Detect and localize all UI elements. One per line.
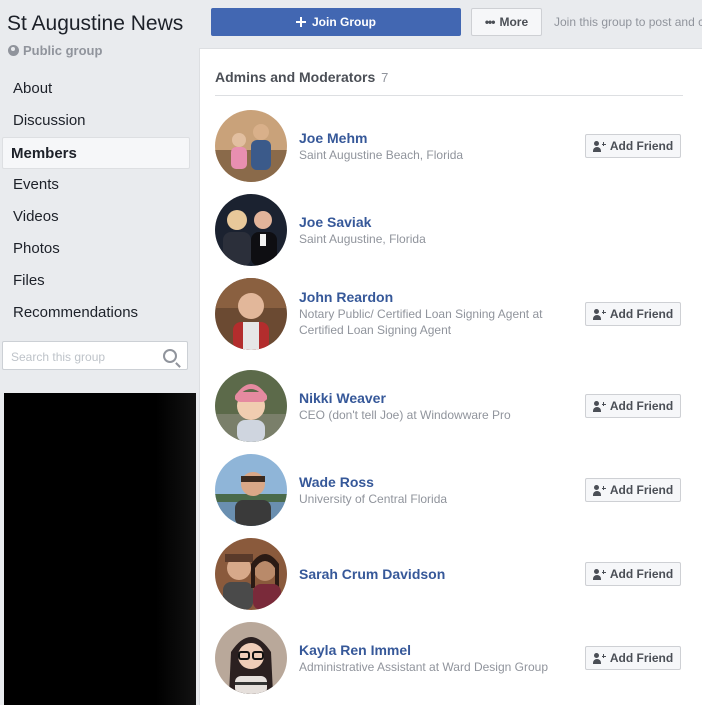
add-friend-icon: [592, 652, 606, 664]
avatar[interactable]: [215, 278, 287, 350]
add-friend-label: Add Friend: [609, 483, 674, 497]
add-friend-button[interactable]: Add Friend: [585, 646, 681, 670]
member-name[interactable]: John Reardon: [299, 289, 393, 305]
member-subtitle: Notary Public/ Certified Loan Signing Ag…: [299, 307, 543, 337]
add-friend-icon: [592, 400, 606, 412]
add-friend-icon: [592, 308, 606, 320]
member-row: Wade Ross University of Central Florida …: [215, 454, 685, 530]
member-row: John Reardon Notary Public/ Certified Lo…: [215, 278, 685, 362]
add-friend-button[interactable]: Add Friend: [585, 478, 681, 502]
nav-item-label: Discussion: [13, 112, 86, 129]
member-subtitle: University of Central Florida: [299, 492, 448, 506]
nav-item-videos[interactable]: Videos: [2, 201, 190, 233]
nav-item-label: Photos: [13, 240, 60, 257]
nav-item-recommendations[interactable]: Recommendations: [2, 297, 190, 329]
member-name[interactable]: Joe Mehm: [299, 130, 367, 146]
add-friend-button[interactable]: Add Friend: [585, 302, 681, 326]
member-name[interactable]: Joe Saviak: [299, 214, 371, 230]
add-friend-label: Add Friend: [609, 567, 674, 581]
section-title-text: Admins and Moderators: [215, 69, 376, 85]
member-subtitle: Saint Augustine, Florida: [299, 232, 426, 246]
nav-item-members[interactable]: Members: [2, 137, 190, 169]
group-privacy-label: Public group: [23, 43, 103, 58]
group-privacy: Public group: [8, 43, 102, 58]
avatar[interactable]: [215, 194, 287, 266]
more-label: More: [499, 15, 529, 29]
group-title[interactable]: St Augustine News: [7, 12, 183, 36]
member-name[interactable]: Wade Ross: [299, 474, 374, 490]
join-group-label: Join Group: [312, 15, 376, 29]
add-friend-button[interactable]: Add Friend: [585, 134, 681, 158]
join-group-button[interactable]: Join Group: [211, 8, 461, 36]
members-panel: Admins and Moderators 7 Joe Mehm Saint A…: [199, 48, 702, 705]
member-subtitle: Saint Augustine Beach, Florida: [299, 148, 464, 162]
add-friend-label: Add Friend: [609, 139, 674, 153]
search-input[interactable]: [3, 342, 163, 371]
add-friend-label: Add Friend: [609, 399, 674, 413]
nav-item-label: Events: [13, 176, 59, 193]
member-name[interactable]: Kayla Ren Immel: [299, 642, 411, 658]
globe-icon: [8, 45, 19, 56]
plus-icon: [296, 17, 306, 27]
nav-item-label: About: [13, 80, 53, 97]
nav-item-events[interactable]: Events: [2, 169, 190, 201]
section-count: 7: [381, 70, 389, 85]
member-subtitle: Administrative Assistant at Ward Design …: [299, 660, 548, 674]
group-sidebar: St Augustine News Public group About Dis…: [0, 0, 198, 705]
nav-item-files[interactable]: Files: [2, 265, 190, 297]
add-friend-icon: [592, 568, 606, 580]
member-row: Joe Saviak Saint Augustine, Florida: [215, 194, 685, 270]
group-nav: About Discussion Members Events Videos P…: [0, 73, 198, 329]
more-button[interactable]: ••• More: [471, 8, 542, 36]
join-hint-text: Join this group to post and comment.: [554, 15, 702, 29]
member-name[interactable]: Nikki Weaver: [299, 390, 386, 406]
member-row: Nikki Weaver CEO (don't tell Joe) at Win…: [215, 370, 685, 446]
member-subtitle: CEO (don't tell Joe) at Windowware Pro: [299, 408, 511, 422]
avatar[interactable]: [215, 370, 287, 442]
group-search: [2, 341, 188, 371]
search-icon[interactable]: [163, 349, 177, 363]
member-name[interactable]: Sarah Crum Davidson: [299, 566, 445, 582]
add-friend-icon: [592, 484, 606, 496]
nav-item-discussion[interactable]: Discussion: [2, 105, 190, 137]
nav-item-label: Videos: [13, 208, 59, 225]
nav-item-label: Members: [11, 145, 77, 162]
nav-item-label: Recommendations: [13, 304, 139, 321]
nav-item-about[interactable]: About: [2, 73, 190, 105]
member-row: Sarah Crum Davidson Add Friend: [215, 538, 685, 614]
add-friend-icon: [592, 140, 606, 152]
nav-item-photos[interactable]: Photos: [2, 233, 190, 265]
add-friend-label: Add Friend: [609, 307, 674, 321]
member-row: Joe Mehm Saint Augustine Beach, Florida …: [215, 110, 685, 186]
section-title: Admins and Moderators 7: [215, 69, 388, 85]
add-friend-label: Add Friend: [609, 651, 674, 665]
media-panel: [4, 393, 196, 705]
avatar[interactable]: [215, 454, 287, 526]
avatar[interactable]: [215, 110, 287, 182]
section-divider: [215, 95, 683, 96]
add-friend-button[interactable]: Add Friend: [585, 394, 681, 418]
add-friend-button[interactable]: Add Friend: [585, 562, 681, 586]
nav-item-label: Files: [13, 272, 45, 289]
more-dots-icon: •••: [484, 15, 496, 29]
member-row: Kayla Ren Immel Administrative Assistant…: [215, 622, 685, 698]
avatar[interactable]: [215, 622, 287, 694]
avatar[interactable]: [215, 538, 287, 610]
